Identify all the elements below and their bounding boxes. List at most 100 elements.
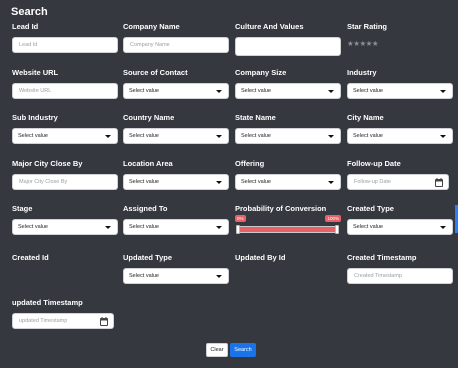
company-name-field: Company Name Company Name	[123, 21, 229, 53]
updated-timestamp-input[interactable]: updated Timestamp	[12, 313, 96, 329]
created-type-select[interactable]: Select value	[347, 219, 453, 235]
created-timestamp-input[interactable]: Created Timestamp	[347, 268, 453, 284]
updated-timestamp-label: updated Timestamp	[12, 298, 83, 307]
company-name-label: Company Name	[123, 22, 180, 31]
offering-label: Offering	[235, 159, 265, 168]
created-type-field: Created Type Select value	[347, 203, 453, 235]
chevron-down-icon	[216, 226, 222, 229]
source-contact-value: Select value	[129, 88, 159, 94]
source-contact-select[interactable]: Select value	[123, 83, 229, 99]
created-type-value: Select value	[353, 224, 383, 230]
assigned-to-select[interactable]: Select value	[123, 219, 229, 235]
major-city-field: Major City Close By Major City Close By	[12, 158, 118, 190]
chevron-down-icon	[440, 135, 446, 138]
search-panel: Search Lead Id Lead Id Company Name Comp…	[0, 0, 458, 368]
followup-date-input[interactable]: Follow-up Date	[347, 174, 431, 190]
calendar-icon	[100, 317, 108, 326]
major-city-label: Major City Close By	[12, 159, 83, 168]
culture-values-input[interactable]	[235, 37, 341, 56]
offering-value: Select value	[241, 179, 271, 185]
sub-industry-select[interactable]: Select value	[12, 128, 118, 144]
industry-value: Select value	[353, 88, 383, 94]
chevron-down-icon	[105, 226, 111, 229]
search-button[interactable]: Search	[230, 343, 256, 357]
lead-id-input[interactable]: Lead Id	[12, 37, 118, 53]
culture-values-label: Culture And Values	[235, 22, 304, 31]
chevron-down-icon	[328, 181, 334, 184]
star-rating-label: Star Rating	[347, 22, 388, 31]
chevron-down-icon	[216, 181, 222, 184]
offering-field: Offering Select value	[235, 158, 341, 190]
location-area-label: Location Area	[123, 159, 173, 168]
website-url-label: Website URL	[12, 68, 59, 77]
state-name-field: State Name Select value	[235, 112, 341, 144]
source-contact-label: Source of Contact	[123, 68, 188, 77]
company-size-field: Company Size Select value	[235, 67, 341, 99]
lead-id-label: Lead Id	[12, 22, 39, 31]
slider-track	[236, 226, 338, 233]
calendar-button[interactable]	[95, 313, 114, 329]
location-area-value: Select value	[129, 179, 159, 185]
created-id-label: Created Id	[12, 253, 49, 262]
created-timestamp-field: Created Timestamp Created Timestamp	[347, 252, 453, 284]
industry-label: Industry	[347, 68, 377, 77]
created-timestamp-label: Created Timestamp	[347, 253, 417, 262]
city-name-select[interactable]: Select value	[347, 128, 453, 144]
clear-button[interactable]: Clear	[206, 343, 228, 357]
city-name-field: City Name Select value	[347, 112, 453, 144]
probability-slider[interactable]: 0% 100%	[235, 215, 341, 237]
major-city-input[interactable]: Major City Close By	[12, 174, 118, 190]
chevron-down-icon	[440, 90, 446, 93]
probability-field: Probability of Conversion 0% 100%	[235, 203, 341, 237]
slider-max-handle[interactable]	[335, 225, 339, 234]
stage-select[interactable]: Select value	[12, 219, 118, 235]
company-size-select[interactable]: Select value	[235, 83, 341, 99]
company-size-value: Select value	[241, 88, 271, 94]
company-name-input[interactable]: Company Name	[123, 37, 229, 53]
chevron-down-icon	[440, 226, 446, 229]
created-type-label: Created Type	[347, 204, 394, 213]
location-area-field: Location Area Select value	[123, 158, 229, 190]
probability-label: Probability of Conversion	[235, 204, 327, 213]
page-title: Search	[11, 6, 48, 18]
chevron-down-icon	[328, 90, 334, 93]
updated-timestamp-field: updated Timestamp updated Timestamp	[12, 297, 118, 329]
calendar-icon	[435, 178, 443, 187]
created-id-field: Created Id	[12, 252, 118, 263]
website-url-input[interactable]: Website URL	[12, 83, 118, 99]
followup-date-field: Follow-up Date Follow-up Date	[347, 158, 453, 190]
sub-industry-value: Select value	[18, 133, 48, 139]
assigned-to-value: Select value	[129, 224, 159, 230]
assigned-to-label: Assigned To	[123, 204, 168, 213]
chevron-down-icon	[105, 135, 111, 138]
sub-industry-label: Sub Industry	[12, 113, 58, 122]
offering-select[interactable]: Select value	[235, 174, 341, 190]
state-name-select[interactable]: Select value	[235, 128, 341, 144]
chevron-down-icon	[216, 275, 222, 278]
industry-select[interactable]: Select value	[347, 83, 453, 99]
country-name-field: Country Name Select value	[123, 112, 229, 144]
calendar-button[interactable]	[430, 174, 449, 190]
updated-type-label: Updated Type	[123, 253, 173, 262]
industry-field: Industry Select value	[347, 67, 453, 99]
company-size-label: Company Size	[235, 68, 287, 77]
star-rating-field: Star Rating ★★★★★	[347, 21, 453, 48]
culture-values-field: Culture And Values	[235, 21, 341, 56]
state-name-label: State Name	[235, 113, 276, 122]
country-name-label: Country Name	[123, 113, 175, 122]
chevron-down-icon	[216, 90, 222, 93]
updated-by-id-field: Updated By Id	[235, 252, 341, 263]
assigned-to-field: Assigned To Select value	[123, 203, 229, 235]
location-area-select[interactable]: Select value	[123, 174, 229, 190]
slider-min-handle[interactable]	[236, 225, 240, 234]
updated-type-field: Updated Type Select value	[123, 252, 229, 284]
sub-industry-field: Sub Industry Select value	[12, 112, 118, 144]
updated-type-select[interactable]: Select value	[123, 268, 229, 284]
followup-date-label: Follow-up Date	[347, 159, 401, 168]
country-name-select[interactable]: Select value	[123, 128, 229, 144]
stage-label: Stage	[12, 204, 33, 213]
chevron-down-icon	[328, 135, 334, 138]
source-contact-field: Source of Contact Select value	[123, 67, 229, 99]
updated-by-id-label: Updated By Id	[235, 253, 286, 262]
star-rating-stars[interactable]: ★★★★★	[347, 39, 453, 48]
